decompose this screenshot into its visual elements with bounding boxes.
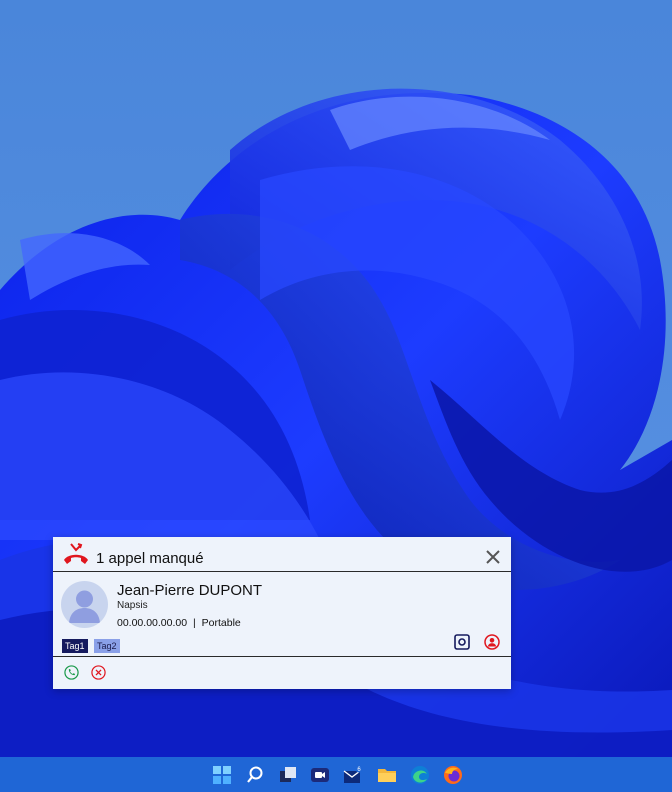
tag-2: Tag2 [93, 639, 120, 653]
missed-call-notification: 1 appel manqué Jean-Pierre DUPONT Napsis… [53, 537, 511, 689]
firefox-icon[interactable] [443, 765, 463, 785]
desktop: 1 appel manqué Jean-Pierre DUPONT Napsis… [0, 0, 672, 792]
contact-avatar [61, 581, 108, 628]
contact-phone-number: 00.00.00.00.00 [117, 617, 188, 629]
windows-start-icon[interactable] [212, 765, 232, 785]
divider [53, 656, 511, 657]
open-contact-icon[interactable] [453, 634, 470, 650]
mail-icon[interactable]: 6 [343, 765, 363, 785]
reject-icon[interactable] [91, 665, 106, 680]
task-view-icon[interactable] [278, 765, 298, 785]
search-icon[interactable] [245, 765, 265, 785]
notification-title: 1 appel manqué [96, 550, 204, 567]
phone-separator: | [193, 617, 196, 629]
missed-call-icon [64, 543, 88, 564]
tag-1: Tag1 [62, 639, 88, 653]
phone-type: Portable [201, 617, 241, 629]
user-avatar-icon [69, 590, 100, 623]
close-icon[interactable] [485, 549, 501, 565]
teams-icon[interactable] [310, 765, 330, 785]
taskbar: 6 [0, 757, 672, 792]
edge-icon[interactable] [410, 765, 430, 785]
contact-tags: Tag1 Tag2 [62, 636, 122, 654]
contact-company: Napsis [117, 600, 148, 611]
phone-call-icon[interactable] [64, 665, 79, 680]
contact-card-icon[interactable] [484, 634, 500, 650]
file-explorer-icon[interactable] [377, 765, 397, 785]
notification-header: 1 appel manqué [53, 537, 511, 572]
contact-phone-line: 00.00.00.00.00 | Portable [117, 617, 241, 629]
contact-name: Jean-Pierre DUPONT [117, 582, 263, 599]
contact-actions [444, 634, 500, 652]
